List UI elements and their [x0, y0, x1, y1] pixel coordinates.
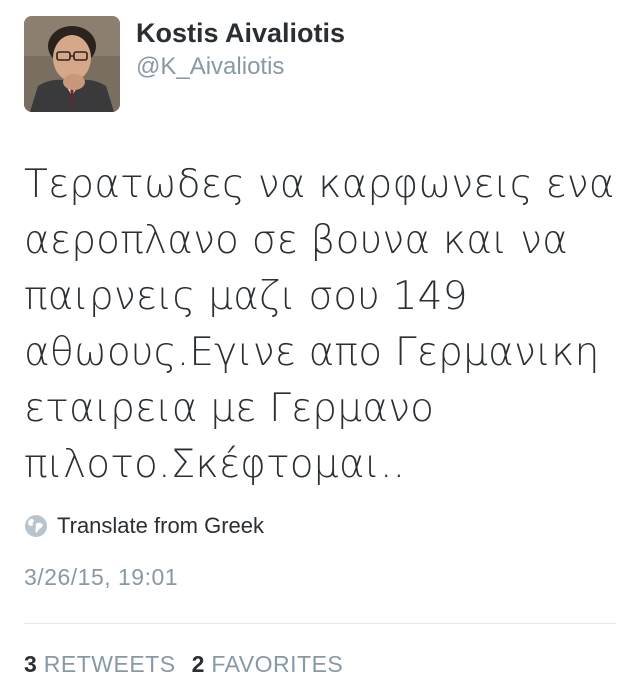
tweet-stats: 3 RETWEETS 2 FAVORITES: [24, 648, 359, 680]
profile-photo: [24, 16, 120, 112]
tweet-text-line: εταιρεια με Γερμανο: [24, 386, 435, 431]
author-display-name[interactable]: Kostis Aivaliotis: [136, 16, 345, 50]
tweet-text-line: παιρνεις μαζι σου 149: [24, 274, 468, 319]
favorites-count: 2: [191, 651, 205, 677]
translate-button[interactable]: Translate from Greek: [24, 509, 264, 543]
tweet-text-line: Τερατωδες να καρφωνεις ενα: [24, 162, 615, 207]
retweets-label: RETWEETS: [43, 651, 176, 677]
translate-label: Translate from Greek: [57, 513, 265, 538]
author-avatar[interactable]: [24, 16, 120, 112]
favorites-label: FAVORITES: [211, 651, 344, 677]
tweet-text: Τερατωδες να καρφωνεις ενα αεροπλανο σε …: [24, 157, 624, 493]
tweet-text-line: αεροπλανο σε βουνα και να: [24, 218, 568, 263]
author-handle[interactable]: @K_Aivaliotis: [136, 52, 284, 82]
tweet-text-line: αθωους.Εγινε απο Γερμανικη: [24, 330, 600, 375]
divider: [24, 623, 616, 624]
globe-icon: [25, 515, 47, 537]
retweets-stat[interactable]: 3 RETWEETS: [24, 648, 176, 680]
favorites-stat[interactable]: 2 FAVORITES: [192, 648, 344, 680]
tweet-text-line: πιλοτο.Σκέφτομαι..: [24, 442, 406, 487]
retweets-count: 3: [24, 651, 37, 677]
tweet-timestamp[interactable]: 3/26/15, 19:01: [24, 562, 178, 592]
